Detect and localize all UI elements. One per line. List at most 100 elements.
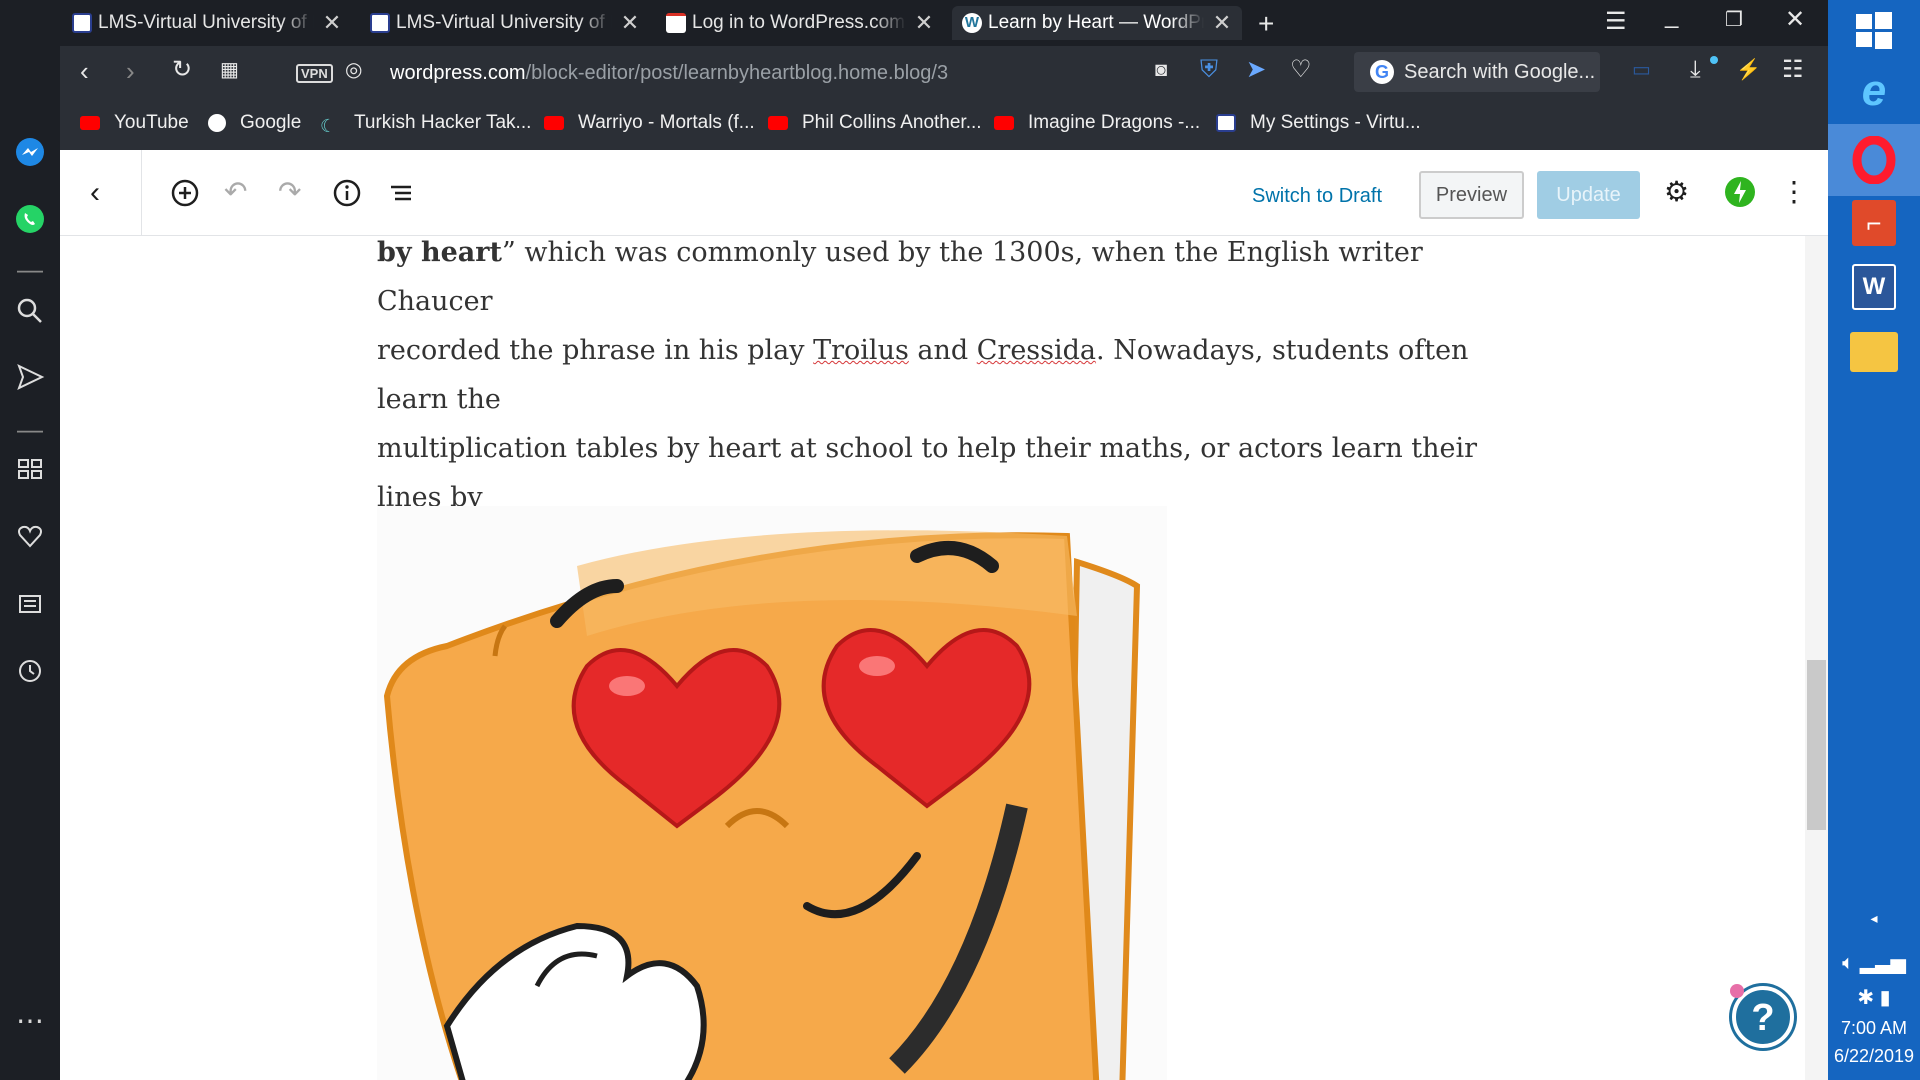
- tab-lms-2[interactable]: LMS-Virtual University of Pakistan ✕: [360, 6, 650, 40]
- tab-wordpress-login[interactable]: Log in to WordPress.com — WordPress ✕: [656, 6, 944, 40]
- opera-sidebar: — — ⋯: [0, 0, 60, 1080]
- info-icon[interactable]: [332, 178, 362, 213]
- bookmark-turkish-hacker[interactable]: ☾ Turkish Hacker Tak...: [320, 112, 531, 136]
- youtube-icon: [994, 116, 1014, 130]
- close-icon[interactable]: ✕: [914, 10, 934, 36]
- youtube-icon: [768, 116, 788, 130]
- update-button[interactable]: Update: [1537, 171, 1640, 219]
- shield-icon[interactable]: ⛨: [1200, 58, 1218, 82]
- tab-menu-icon[interactable]: ☰: [1605, 10, 1627, 34]
- preview-button[interactable]: Preview: [1419, 171, 1524, 219]
- tab-title: Log in to WordPress.com — WordPress: [692, 12, 906, 33]
- close-icon[interactable]: ✕: [620, 10, 640, 36]
- url-host: wordpress.com: [390, 62, 526, 84]
- messenger-icon[interactable]: [0, 136, 60, 175]
- heart-icon[interactable]: ♡: [1290, 58, 1312, 82]
- gmail-icon: [666, 13, 686, 33]
- add-block-icon[interactable]: [170, 178, 200, 213]
- editor-toolbar: ‹ ↶ ↷ Switch to Draft Preview Update ⚙ ⋮: [60, 150, 1828, 236]
- spellcheck-word: Troilus: [813, 335, 909, 366]
- opera-taskbar-app[interactable]: [1828, 124, 1920, 196]
- clock-time[interactable]: 7:00 AM: [1828, 1018, 1920, 1039]
- vpn-badge[interactable]: VPN: [296, 64, 333, 83]
- close-window-button[interactable]: ✕: [1785, 8, 1805, 32]
- jetpack-icon[interactable]: [1724, 176, 1756, 213]
- more-options-icon[interactable]: ⋮: [1780, 178, 1808, 206]
- moon-icon: ☾: [320, 116, 337, 136]
- windows-start-icon[interactable]: [1828, 10, 1920, 55]
- bookmark-imagine-dragons[interactable]: Imagine Dragons -...: [994, 112, 1200, 134]
- youtube-icon: [544, 116, 564, 130]
- camera-icon[interactable]: ◙: [1155, 60, 1167, 80]
- globe-icon: ◎: [345, 59, 363, 81]
- battery-saver-icon[interactable]: ⚡: [1736, 60, 1761, 80]
- tab-title: Learn by Heart — WordPress: [988, 12, 1204, 33]
- internet-explorer-icon[interactable]: e: [1828, 66, 1920, 116]
- wordpress-icon: W: [962, 13, 982, 33]
- undo-icon[interactable]: ↶: [224, 178, 247, 206]
- word-taskbar-app[interactable]: W: [1828, 252, 1920, 324]
- tab-title: LMS-Virtual University of Pakistan: [396, 12, 612, 33]
- youtube-icon: [80, 116, 100, 130]
- easy-setup-icon[interactable]: ☷: [1782, 58, 1804, 82]
- back-area: [60, 150, 142, 236]
- bookmark-youtube[interactable]: YouTube: [80, 112, 189, 134]
- file-explorer-taskbar-app[interactable]: [1828, 316, 1920, 388]
- back-icon[interactable]: ‹: [80, 58, 89, 84]
- search-icon[interactable]: [0, 296, 60, 333]
- tab-lms-1[interactable]: LMS-Virtual University of Pakistan ✕: [62, 6, 352, 40]
- download-icon[interactable]: ⤓: [1690, 58, 1701, 82]
- close-icon[interactable]: ✕: [1212, 10, 1232, 36]
- forward-icon[interactable]: ›: [126, 58, 135, 84]
- bluetooth-icon[interactable]: ✱ ▮: [1828, 985, 1920, 1010]
- tabs-grid-icon[interactable]: ▦: [220, 60, 239, 80]
- vu-logo-icon: [1216, 114, 1236, 132]
- tab-learn-by-heart[interactable]: W Learn by Heart — WordPress ✕: [952, 6, 1242, 40]
- send-icon[interactable]: ➤: [1246, 58, 1266, 82]
- google-icon: G: [1370, 60, 1394, 84]
- spellcheck-word: Cressida: [976, 335, 1097, 366]
- block-editor: ‹ ↶ ↷ Switch to Draft Preview Update ⚙ ⋮…: [60, 150, 1828, 1080]
- more-icon[interactable]: ⋯: [0, 1004, 60, 1037]
- bookmarks-bar: YouTube Google ☾ Turkish Hacker Tak... Wa…: [60, 98, 1828, 150]
- address-bar: ‹ › ↻ ▦ VPN ◎ wordpress.com/block-editor…: [60, 46, 1828, 98]
- minimize-button[interactable]: _: [1665, 4, 1678, 28]
- whatsapp-icon[interactable]: [0, 203, 60, 242]
- show-hidden-icons-icon[interactable]: ◂: [1828, 910, 1920, 927]
- history-icon[interactable]: [0, 657, 60, 692]
- bookmark-phil-collins[interactable]: Phil Collins Another...: [768, 112, 982, 134]
- download-dot: [1710, 56, 1718, 64]
- tab-strip: LMS-Virtual University of Pakistan ✕ LMS…: [0, 0, 1828, 46]
- bookmark-warriyo[interactable]: Warriyo - Mortals (f...: [544, 112, 755, 134]
- block-navigation-icon[interactable]: [386, 178, 416, 213]
- new-tab-button[interactable]: +: [1258, 10, 1274, 38]
- heart-icon[interactable]: [0, 522, 60, 557]
- news-icon[interactable]: [0, 590, 60, 625]
- bold-text: by heart: [377, 237, 502, 268]
- vu-logo-icon: [72, 13, 92, 33]
- back-icon[interactable]: ‹: [90, 178, 100, 208]
- windows-taskbar: e ⌐ W ◂ 🔈︎ ▂▃▅ ✱ ▮ 7:00 AM 6/22/2019: [1828, 0, 1920, 1080]
- clock-date[interactable]: 6/22/2019: [1828, 1046, 1920, 1067]
- tab-title: LMS-Virtual University of Pakistan: [98, 12, 314, 33]
- book-heart-eyes-image[interactable]: [377, 506, 1167, 1080]
- settings-gear-icon[interactable]: ⚙: [1664, 178, 1689, 206]
- reload-icon[interactable]: ↻: [172, 58, 192, 82]
- bookmark-google[interactable]: Google: [208, 112, 301, 134]
- redo-icon[interactable]: ↷: [278, 178, 301, 206]
- wallet-icon[interactable]: ▭: [1632, 60, 1651, 80]
- url-field[interactable]: wordpress.com/block-editor/post/learnbyh…: [390, 62, 948, 85]
- url-path: /block-editor/post/learnbyheartblog.home…: [525, 62, 949, 84]
- close-icon[interactable]: ✕: [322, 10, 342, 36]
- send-icon[interactable]: [0, 362, 60, 399]
- volume-icon[interactable]: 🔈︎ ▂▃▅: [1828, 950, 1920, 975]
- scrollbar-track[interactable]: [1805, 236, 1828, 1080]
- switch-to-draft-button[interactable]: Switch to Draft: [1252, 185, 1382, 208]
- scrollbar-thumb[interactable]: [1807, 660, 1826, 830]
- bookmark-my-settings[interactable]: My Settings - Virtu...: [1216, 112, 1421, 134]
- speed-dial-icon[interactable]: [0, 455, 60, 490]
- google-icon: [208, 114, 226, 132]
- restore-button[interactable]: ❐: [1725, 10, 1743, 30]
- paragraph-line-2: recorded the phrase in his play Troilus …: [377, 335, 1469, 415]
- foxit-reader-taskbar-app[interactable]: ⌐: [1828, 188, 1920, 260]
